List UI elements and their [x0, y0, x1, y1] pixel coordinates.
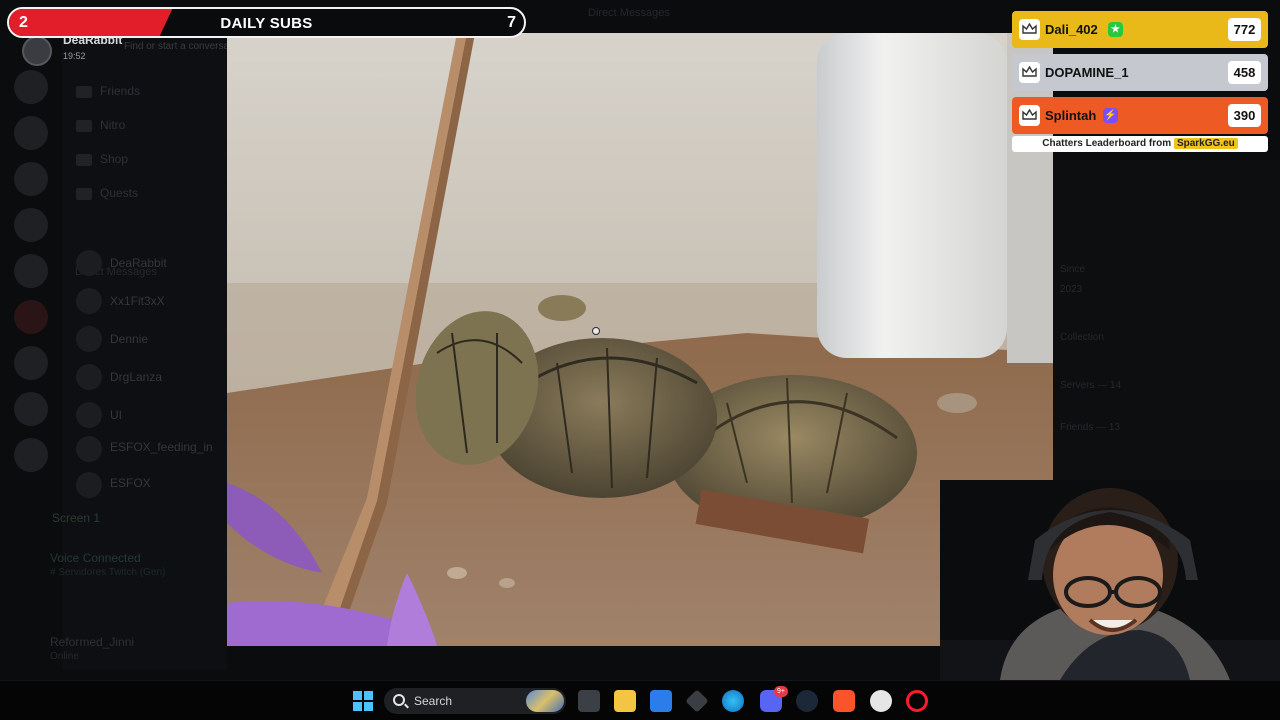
profile-since-label: Since — [1060, 264, 1086, 275]
dm-item[interactable]: Dennie — [110, 332, 148, 346]
crown-icon — [1019, 19, 1040, 40]
app-icon[interactable] — [685, 689, 709, 713]
notification-badge: 9+ — [774, 686, 788, 697]
daily-subs-title: DAILY SUBS — [220, 15, 313, 32]
server-icon[interactable] — [14, 392, 48, 426]
tortoise-photo — [227, 33, 1053, 646]
voice-status: Voice Connected — [50, 551, 141, 565]
crown-icon — [1019, 105, 1040, 126]
avatar — [76, 250, 102, 276]
bottom-user-status: Online — [50, 651, 79, 662]
bottom-username[interactable]: Reformed_Jinni — [50, 635, 134, 649]
avatar — [76, 402, 102, 428]
leaderboard-score: 458 — [1228, 61, 1261, 84]
search-highlight-icon — [526, 690, 564, 712]
profile-since-value: 2023 — [1060, 284, 1083, 295]
nav-quests[interactable]: Quests — [100, 186, 138, 200]
server-icon[interactable] — [14, 254, 48, 288]
server-icon[interactable] — [14, 300, 48, 334]
server-icon[interactable] — [14, 162, 48, 196]
profile-collection: Collection — [1060, 332, 1104, 343]
window-title: Direct Messages — [588, 7, 670, 19]
server-icon[interactable] — [14, 116, 48, 150]
leaderboard-name: Dali_402 — [1045, 22, 1098, 37]
leaderboard-score: 772 — [1228, 18, 1261, 41]
leaderboard-row: DOPAMINE_1 458 — [1012, 54, 1268, 91]
avatar — [76, 326, 102, 352]
discord-icon[interactable]: 9+ — [760, 686, 788, 712]
leaderboard-footer-text: Chatters Leaderboard from — [1042, 138, 1172, 149]
leaderboard-name: DOPAMINE_1 — [1045, 65, 1129, 80]
nitro-icon — [76, 120, 92, 132]
windows-start-icon[interactable] — [352, 690, 374, 712]
leaderboard-row: Splintah ⚡ 390 — [1012, 97, 1268, 134]
microsoft-store-icon[interactable] — [650, 690, 672, 712]
mutual-servers[interactable]: Servers — 14 — [1060, 380, 1121, 391]
avatar — [76, 436, 102, 462]
server-icon[interactable] — [14, 346, 48, 380]
search-input[interactable]: Search — [414, 694, 452, 708]
avatar[interactable] — [22, 36, 52, 66]
avatar — [76, 364, 102, 390]
edge-icon[interactable] — [722, 690, 744, 712]
dm-item[interactable]: DeaRabbit — [110, 256, 167, 270]
current-user-time: 19:52 — [63, 51, 86, 61]
taskbar-search[interactable]: Search — [384, 688, 566, 714]
lightning-badge-icon: ⚡ — [1103, 108, 1118, 123]
avatar — [76, 288, 102, 314]
chatters-leaderboard: Dali_402 ★ 772 DOPAMINE_1 458 Splintah ⚡… — [1012, 11, 1268, 152]
windows-taskbar: Search 9+ — [0, 680, 1280, 720]
shop-icon — [76, 154, 92, 166]
leaderboard-footer: Chatters Leaderboard from SparkGG.eu — [1012, 136, 1268, 152]
voice-channel[interactable]: # Servidores Twitch (Gen) — [50, 567, 165, 578]
server-icon[interactable] — [14, 208, 48, 242]
nav-friends[interactable]: Friends — [100, 84, 140, 98]
task-view-icon[interactable] — [578, 690, 600, 712]
server-icon[interactable] — [14, 438, 48, 472]
shared-image — [227, 33, 1053, 646]
leaderboard-name: Splintah — [1045, 108, 1097, 123]
dm-item[interactable]: ESFOX_feeding_in — [110, 440, 213, 454]
server-icon[interactable] — [14, 70, 48, 104]
brave-icon[interactable] — [833, 690, 855, 712]
streamer-webcam — [940, 480, 1280, 680]
daily-subs-goal: 7 — [507, 14, 516, 31]
dm-item[interactable]: UI — [110, 408, 122, 422]
screen-share-label[interactable]: Screen 1 — [52, 511, 100, 525]
crown-icon — [1019, 62, 1040, 83]
webcam-feed — [940, 480, 1280, 680]
star-badge-icon: ★ — [1108, 22, 1123, 37]
steam-icon[interactable] — [796, 690, 818, 712]
mutual-friends[interactable]: Friends — 13 — [1060, 422, 1120, 433]
file-explorer-icon[interactable] — [614, 690, 636, 712]
dm-item[interactable]: DrgLanza — [110, 370, 162, 384]
app-icon[interactable] — [870, 690, 892, 712]
leaderboard-row: Dali_402 ★ 772 — [1012, 11, 1268, 48]
leaderboard-score: 390 — [1228, 104, 1261, 127]
daily-subs-bar: 2 DAILY SUBS 7 — [7, 7, 526, 38]
dm-item[interactable]: ESFOX — [110, 476, 151, 490]
dm-item[interactable]: Xx1Fit3xX — [110, 294, 165, 308]
opera-icon[interactable] — [906, 690, 928, 712]
nav-nitro[interactable]: Nitro — [100, 118, 125, 132]
mouse-cursor — [592, 327, 600, 335]
search-icon — [393, 694, 405, 706]
sparkgg-brand: SparkGG.eu — [1173, 138, 1238, 149]
quests-icon — [76, 188, 92, 200]
friends-icon — [76, 86, 92, 98]
nav-shop[interactable]: Shop — [100, 152, 128, 166]
avatar — [76, 472, 102, 498]
